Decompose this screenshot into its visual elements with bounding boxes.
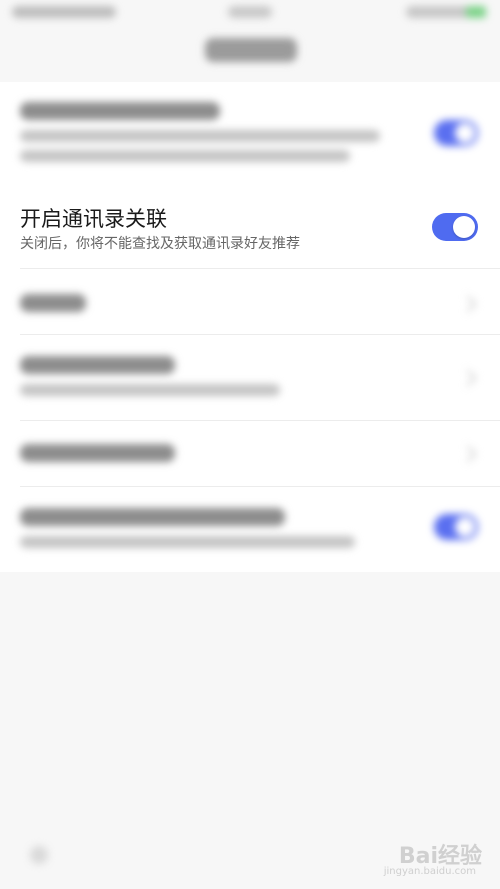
row-description: [20, 384, 280, 396]
divider: [20, 268, 500, 269]
setting-description: 关闭后，你将不能查找及获取通讯录好友推荐: [20, 236, 300, 252]
row-description-2: [20, 150, 350, 162]
row-description: [20, 130, 380, 142]
row-title: [20, 508, 285, 526]
divider: [20, 334, 500, 335]
settings-row-blurred-3[interactable]: [0, 282, 500, 326]
divider: [20, 420, 500, 421]
toggle-switch[interactable]: [434, 514, 478, 540]
settings-row-blurred-1[interactable]: [0, 94, 500, 174]
toggle-knob: [453, 216, 475, 238]
clock: [228, 6, 272, 18]
chevron-right-icon: [459, 295, 477, 313]
page-title: [205, 38, 297, 62]
settings-row-blurred-6[interactable]: [0, 500, 500, 560]
settings-row-blurred-5[interactable]: [0, 432, 500, 476]
row-title: [20, 102, 220, 120]
chevron-right-icon: [459, 369, 477, 387]
back-icon[interactable]: [30, 846, 48, 864]
setting-title: 开启通讯录关联: [20, 207, 167, 231]
toggle-switch[interactable]: [434, 120, 478, 146]
row-description: [20, 536, 355, 548]
settings-screen: 开启通讯录关联 关闭后，你将不能查找及获取通讯录好友推荐 Bai经验 jingy…: [0, 0, 500, 889]
battery-icon: [466, 6, 486, 18]
contacts-link-toggle[interactable]: [432, 213, 478, 241]
watermark-url: jingyan.baidu.com: [383, 866, 476, 877]
status-bar: [0, 0, 500, 28]
carrier-signal: [12, 6, 116, 18]
settings-row-contacts-link: 开启通讯录关联 关闭后，你将不能查找及获取通讯录好友推荐: [0, 193, 500, 265]
row-title: [20, 356, 175, 374]
chevron-right-icon: [459, 445, 477, 463]
settings-row-blurred-4[interactable]: [0, 348, 500, 412]
row-title: [20, 444, 175, 462]
row-title: [20, 294, 86, 312]
settings-list: 开启通讯录关联 关闭后，你将不能查找及获取通讯录好友推荐: [0, 82, 500, 572]
divider: [20, 486, 500, 487]
